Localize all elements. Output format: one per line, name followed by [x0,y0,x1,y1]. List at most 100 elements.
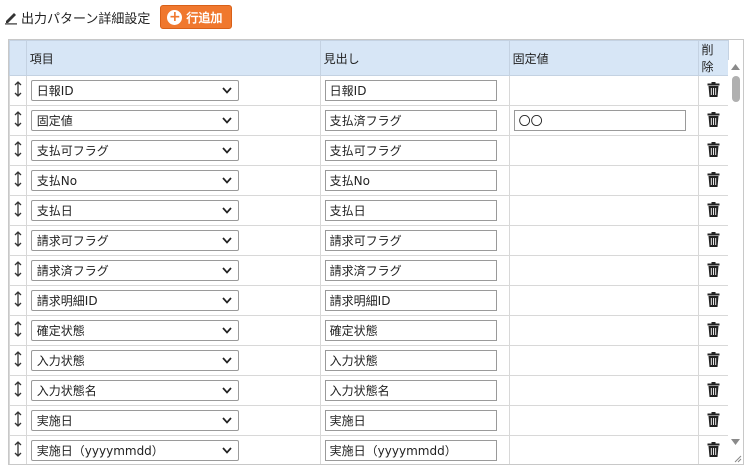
item-select[interactable]: 支払日 [30,200,239,221]
drag-handle-icon[interactable] [14,140,22,157]
trash-icon[interactable] [707,321,720,337]
item-select-value: 実施日（yyyymmdd） [36,444,164,458]
fixed-value-input[interactable]: 〇〇 [513,110,686,131]
item-select-value: 支払No [36,174,78,188]
heading-input[interactable]: 請求可フラグ [324,230,497,251]
vertical-scrollbar[interactable] [728,60,743,464]
fixed-value-cell [508,345,699,376]
row-drag-handle[interactable] [9,345,27,376]
row-drag-handle[interactable] [9,405,27,436]
item-cell: 支払No [25,165,321,196]
trash-icon[interactable] [707,81,720,97]
item-select-value: 請求済フラグ [36,264,109,278]
item-select[interactable]: 固定値 [30,110,239,131]
drag-handle-icon[interactable] [14,380,22,397]
trash-icon[interactable] [707,411,720,427]
item-select[interactable]: 日報ID [30,80,239,101]
row-drag-handle[interactable] [9,165,27,196]
item-select-value: 支払日 [36,204,73,218]
item-select[interactable]: 実施日 [30,410,239,431]
row-drag-handle[interactable] [9,255,27,286]
row-drag-handle[interactable] [9,315,27,346]
item-select[interactable]: 実施日（yyyymmdd） [30,440,239,461]
column-header-heading: 見出し [319,40,510,76]
heading-input[interactable]: 請求明細ID [324,290,497,311]
heading-input[interactable]: 支払No [324,170,497,191]
item-cell: 請求明細ID [25,285,321,316]
table-header-row: 項目 見出し 固定値 削除 [9,40,730,76]
item-select[interactable]: 入力状態名 [30,380,239,401]
delete-cell [697,405,730,436]
row-drag-handle[interactable] [9,285,27,316]
heading-input[interactable]: 入力状態名 [324,380,497,401]
scrollbar-thumb[interactable] [732,76,740,102]
trash-icon[interactable] [707,111,720,127]
delete-cell [697,285,730,316]
trash-icon[interactable] [707,141,720,157]
chevron-down-icon [222,417,232,424]
table-row: 請求可フラグ 請求可フラグ [9,225,730,256]
drag-handle-icon[interactable] [14,320,22,337]
drag-handle-icon[interactable] [14,350,22,367]
heading-input[interactable]: 支払日 [324,200,497,221]
row-drag-handle[interactable] [9,135,27,166]
table-row: 日報ID 日報ID [9,75,730,106]
trash-icon[interactable] [707,441,720,457]
heading-input[interactable]: 支払済フラグ [324,110,497,131]
drag-handle-icon[interactable] [14,80,22,97]
item-select[interactable]: 請求可フラグ [30,230,239,251]
heading-input[interactable]: 日報ID [324,80,497,101]
heading-cell: 請求済フラグ [319,255,510,286]
table-row: 実施日（yyyymmdd） 実施日（yyyymmdd） [9,435,730,464]
item-select[interactable]: 確定状態 [30,320,239,341]
row-drag-handle[interactable] [9,435,27,464]
resize-grip-icon[interactable] [734,455,742,463]
drag-handle-icon[interactable] [14,290,22,307]
heading-input[interactable]: 入力状態 [324,350,497,371]
add-row-button[interactable]: + 行追加 [160,5,233,29]
item-cell: 入力状態名 [25,375,321,406]
drag-handle-icon[interactable] [14,110,22,127]
trash-icon[interactable] [707,381,720,397]
item-select[interactable]: 請求済フラグ [30,260,239,281]
delete-cell [697,375,730,406]
heading-input[interactable]: 実施日（yyyymmdd） [324,440,497,461]
trash-icon[interactable] [707,291,720,307]
add-row-button-label: 行追加 [186,10,223,25]
heading-input[interactable]: 実施日 [324,410,497,431]
trash-icon[interactable] [707,351,720,367]
row-drag-handle[interactable] [9,195,27,226]
heading-input[interactable]: 請求済フラグ [324,260,497,281]
item-select[interactable]: 支払No [30,170,239,191]
row-drag-handle[interactable] [9,225,27,256]
trash-icon[interactable] [707,171,720,187]
item-select-value: 固定値 [36,114,73,128]
table-row: 確定状態 確定状態 [9,315,730,346]
drag-handle-icon[interactable] [14,200,22,217]
row-drag-handle[interactable] [9,375,27,406]
trash-icon[interactable] [707,231,720,247]
drag-handle-icon[interactable] [14,260,22,277]
scroll-down-arrow-icon[interactable] [731,438,740,446]
scroll-up-arrow-icon[interactable] [731,63,740,71]
item-select[interactable]: 請求明細ID [30,290,239,311]
table-row: 実施日 実施日 [9,405,730,436]
drag-handle-icon[interactable] [14,170,22,187]
row-drag-handle[interactable] [9,105,27,136]
row-drag-handle[interactable] [9,75,27,106]
heading-input[interactable]: 支払可フラグ [324,140,497,161]
trash-icon[interactable] [707,201,720,217]
heading-input[interactable]: 確定状態 [324,320,497,341]
chevron-down-icon [222,447,232,454]
delete-cell [697,75,730,106]
drag-handle-icon[interactable] [14,410,22,427]
item-select[interactable]: 入力状態 [30,350,239,371]
trash-icon[interactable] [707,261,720,277]
drag-handle-icon[interactable] [14,440,22,457]
fixed-value-cell [508,285,699,316]
item-select[interactable]: 支払可フラグ [30,140,239,161]
heading-cell: 確定状態 [319,315,510,346]
drag-handle-icon[interactable] [14,230,22,247]
fixed-value-cell [508,165,699,196]
fixed-value-cell: 〇〇 [508,105,699,136]
